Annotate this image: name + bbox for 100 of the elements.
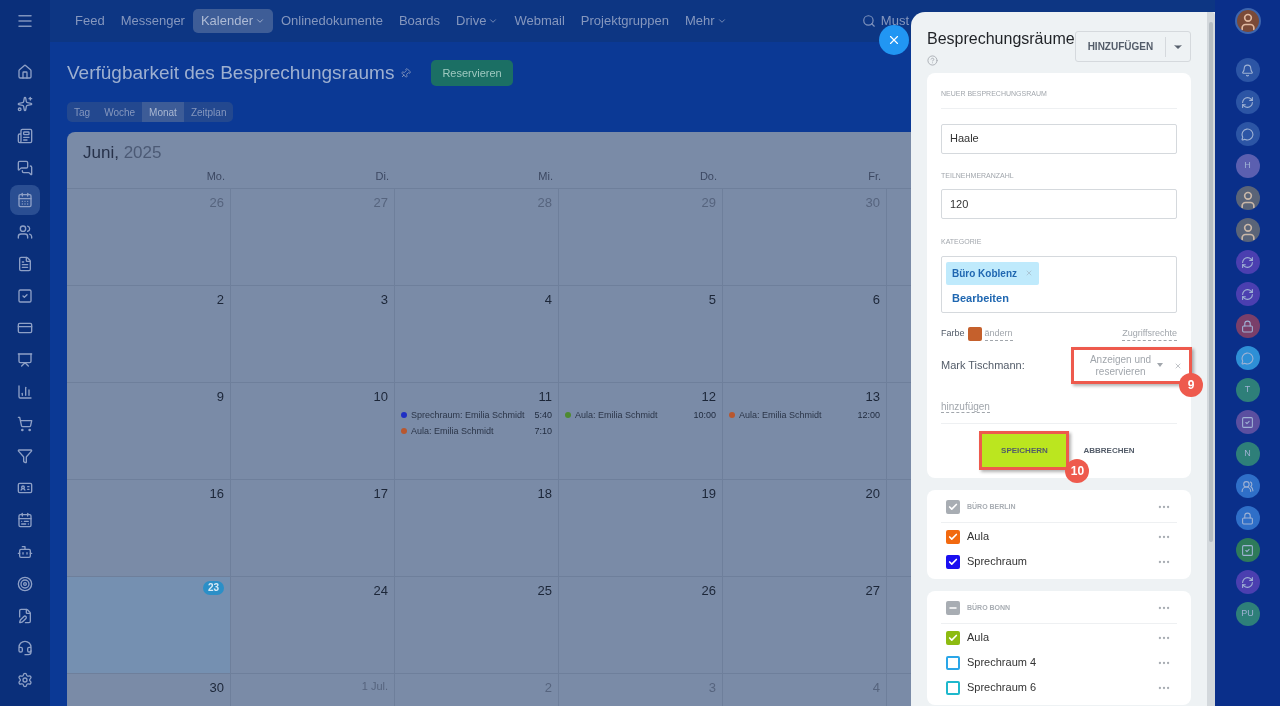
- user-avatar[interactable]: [1234, 8, 1261, 34]
- event-title: Aula: Emilia Schmidt: [575, 408, 659, 422]
- day-cell[interactable]: 12 Aula: Emilia Schmidt 10:00: [559, 382, 723, 479]
- app-button[interactable]: [1235, 58, 1260, 82]
- day-cell[interactable]: 23: [67, 576, 231, 673]
- nav-tab[interactable]: Mehr: [676, 9, 735, 33]
- day-cell[interactable]: 5: [559, 285, 723, 382]
- edit-link[interactable]: Bearbeiten: [952, 289, 1009, 306]
- access-rights-link[interactable]: Zugriffsrechte: [1122, 326, 1177, 341]
- letter-avatar[interactable]: PU: [1235, 602, 1260, 626]
- checkbox[interactable]: [946, 601, 960, 615]
- search-icon[interactable]: [861, 14, 876, 28]
- day-number: 17: [373, 485, 388, 503]
- view-tab[interactable]: Woche: [97, 102, 143, 122]
- letter-avatar[interactable]: T: [1235, 378, 1260, 402]
- day-cell[interactable]: 13 Aula: Emilia Schmidt 12:00: [723, 382, 887, 479]
- letter-avatar[interactable]: N: [1235, 442, 1260, 466]
- day-cell[interactable]: 19: [559, 479, 723, 576]
- file-edit-icon: [17, 608, 33, 624]
- swirl-icon: [1241, 95, 1254, 109]
- change-link[interactable]: ändern: [984, 326, 1013, 341]
- day-cell[interactable]: 4: [395, 285, 559, 382]
- checkbox[interactable]: [946, 630, 960, 645]
- day-cell[interactable]: 9: [67, 382, 231, 479]
- app-button[interactable]: [1235, 250, 1260, 274]
- day-cell[interactable]: 30: [67, 673, 231, 706]
- room-name: Sprechraum 6: [967, 680, 1038, 696]
- app-button[interactable]: [1235, 122, 1260, 146]
- room-item[interactable]: Sprechraum: [941, 550, 1177, 573]
- month-label: Juni,: [83, 143, 119, 162]
- app-button[interactable]: [1235, 410, 1260, 434]
- nav-tab[interactable]: Projektgruppen: [572, 9, 677, 33]
- day-cell[interactable]: 27: [723, 576, 887, 673]
- app-button[interactable]: [1235, 570, 1260, 594]
- room-item[interactable]: Aula: [941, 626, 1177, 649]
- nav-tab[interactable]: Drive: [448, 9, 507, 33]
- day-cell[interactable]: 6: [723, 285, 887, 382]
- app-button[interactable]: [1235, 538, 1260, 562]
- person-avatar[interactable]: [1235, 218, 1260, 242]
- name-field[interactable]: Haale: [941, 123, 1177, 154]
- swirl-icon: [1241, 287, 1254, 301]
- caret-icon: [1157, 363, 1163, 367]
- day-cell[interactable]: 11 Sprechraum: Emilia Schmidt 5:40 Aula: Emilia Schmidt 7:10: [395, 382, 559, 479]
- day-cell[interactable]: 17: [231, 479, 395, 576]
- view-tab[interactable]: Monat: [142, 102, 184, 122]
- checkbox[interactable]: [946, 680, 960, 695]
- event-time: 12:00: [857, 408, 880, 422]
- calendar-event[interactable]: Aula: Emilia Schmidt 10:00: [565, 406, 716, 423]
- day-cell[interactable]: 25: [395, 576, 559, 673]
- category-field[interactable]: Büro Koblenz Bearbeiten: [941, 255, 1177, 313]
- checkbox[interactable]: [946, 500, 960, 514]
- day-number: 18: [537, 485, 552, 503]
- day-number: 3: [380, 291, 388, 309]
- app-button[interactable]: [1235, 90, 1260, 114]
- menu-icon[interactable]: [16, 12, 34, 30]
- checkbox[interactable]: [946, 529, 960, 544]
- checkbox[interactable]: [946, 655, 960, 670]
- save-button[interactable]: SPEICHERN: [982, 434, 1067, 467]
- sidebar-item[interactable]: [10, 185, 40, 215]
- nav-tab[interactable]: Feed: [67, 9, 113, 33]
- today-badge: 23: [202, 581, 224, 595]
- day-cell[interactable]: 2: [67, 285, 231, 382]
- person-avatar[interactable]: [1235, 186, 1260, 210]
- pin-icon[interactable]: [398, 65, 414, 81]
- day-number: 30: [209, 679, 224, 697]
- capacity-field[interactable]: 120: [941, 189, 1177, 219]
- checkbox[interactable]: [946, 554, 960, 569]
- nav-tab[interactable]: Boards: [390, 9, 449, 33]
- app-button[interactable]: [1235, 506, 1260, 530]
- calendar-event[interactable]: Aula: Emilia Schmidt 12:00: [729, 406, 880, 423]
- day-cell[interactable]: 18: [395, 479, 559, 576]
- room-item[interactable]: Aula: [941, 525, 1177, 548]
- add-link[interactable]: hinzufügen: [941, 401, 990, 413]
- day-cell[interactable]: 26: [559, 576, 723, 673]
- day-cell[interactable]: 3: [231, 285, 395, 382]
- access-select[interactable]: Anzeigen und reservieren: [1081, 353, 1160, 378]
- day-number: 20: [865, 485, 880, 503]
- app-button[interactable]: [1235, 474, 1260, 498]
- bar-chart-icon: [17, 384, 33, 400]
- view-tab[interactable]: Zeitplan: [183, 102, 234, 122]
- nav-tab[interactable]: Messenger: [112, 9, 193, 33]
- color-swatch[interactable]: [967, 326, 982, 341]
- app-button[interactable]: [1235, 314, 1260, 338]
- day-number: 12: [701, 388, 716, 406]
- nav-tab[interactable]: Webmail: [506, 9, 573, 33]
- app-button[interactable]: [1235, 282, 1260, 306]
- app-button[interactable]: [1235, 346, 1260, 370]
- reserve-button[interactable]: Reservieren: [431, 60, 513, 86]
- day-cell[interactable]: 20: [723, 479, 887, 576]
- day-cell[interactable]: 10: [231, 382, 395, 479]
- calendar-event[interactable]: Aula: Emilia Schmidt 7:10: [401, 422, 552, 439]
- room-item[interactable]: Sprechraum 6: [941, 676, 1177, 699]
- letter-avatar[interactable]: H: [1235, 154, 1260, 178]
- calendar-event[interactable]: Sprechraum: Emilia Schmidt 5:40: [401, 406, 552, 423]
- nav-tab[interactable]: Kalender: [192, 9, 273, 33]
- room-item[interactable]: Sprechraum 4: [941, 651, 1177, 674]
- day-cell[interactable]: 24: [231, 576, 395, 673]
- add-button[interactable]: HINZUFÜGEN: [1074, 31, 1192, 62]
- view-tab[interactable]: Tag: [67, 102, 98, 122]
- nav-tab[interactable]: Onlinedokumente: [273, 9, 391, 33]
